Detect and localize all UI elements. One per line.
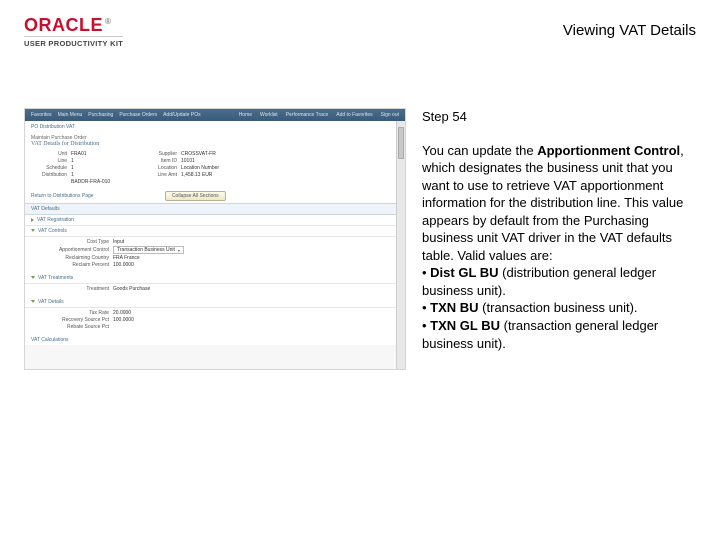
instruction-bullet: • TXN BU (transaction business unit).	[422, 299, 696, 317]
mini-vat-defaults-bar: VAT Defaults	[25, 203, 405, 215]
mini-controls-body: Cost TypeInput Apportionment ControlTran…	[25, 237, 405, 273]
instruction-bullet: • TXN GL BU (transaction general ledger …	[422, 317, 696, 352]
mini-nav-item: Add/Update POs	[163, 112, 201, 118]
triangle-icon	[31, 229, 35, 232]
mini-nav-item: Purchase Orders	[119, 112, 157, 118]
mini-page-pretitle: Maintain Purchase Order	[25, 133, 405, 141]
mini-return-link: Return to Distributions Page	[31, 193, 94, 199]
mini-navbar: Favorites Main Menu Purchasing Purchase …	[25, 109, 405, 121]
mini-nav-item: Home	[239, 112, 252, 118]
triangle-icon	[31, 218, 34, 222]
mini-scrollbar-thumb	[398, 127, 404, 159]
oracle-logo: ORACLE®	[24, 16, 123, 34]
mini-section-controls: VAT Controls	[25, 226, 405, 237]
mini-page-title: VAT Details for Distribution	[25, 141, 405, 149]
mini-nav-item: Sign out	[381, 112, 399, 118]
mini-scrollbar	[396, 121, 405, 369]
screenshot-thumbnail: Favorites Main Menu Purchasing Purchase …	[24, 108, 406, 370]
mini-section-details: VAT Details	[25, 297, 405, 308]
triangle-icon	[31, 300, 35, 303]
mini-nav-item: Performance Trace	[286, 112, 329, 118]
mini-section-treatments: VAT Treatments	[25, 273, 405, 284]
mini-nav-item: Add to Favorites	[336, 112, 372, 118]
mini-header-fields: UnitFRA01 SupplierCROSSVAT-FR Line1 Item…	[25, 149, 405, 189]
mini-nav-item: Worklist	[260, 112, 278, 118]
mini-nav-item: Purchasing	[88, 112, 113, 118]
mini-treatments-body: TreatmentGoods Purchase	[25, 284, 405, 297]
mini-apportionment-select: Transaction Business Unit	[113, 246, 184, 254]
mini-nav-item: Favorites	[31, 112, 52, 118]
mini-section-registration: VAT Registration	[25, 215, 405, 226]
page-title: Viewing VAT Details	[563, 22, 696, 39]
instruction-text: You can update the Apportionment Control…	[422, 142, 696, 353]
oracle-logo-block: ORACLE® USER PRODUCTIVITY KIT	[24, 16, 123, 48]
step-label: Step 54	[422, 108, 696, 126]
instruction-bullet: • Dist GL BU (distribution general ledge…	[422, 264, 696, 299]
triangle-icon	[31, 276, 35, 279]
mini-details-body: Tax Rate20.0000 Recovery Source Pct100.0…	[25, 308, 405, 335]
mini-nav-item: Main Menu	[58, 112, 83, 118]
instruction-paragraph: You can update the Apportionment Control…	[422, 142, 696, 265]
mini-vat-calculations: VAT Calculations	[25, 335, 405, 345]
upk-label: USER PRODUCTIVITY KIT	[24, 36, 123, 48]
mini-return-row: Return to Distributions Page Collapse Al…	[25, 189, 405, 203]
mini-breadcrumb: PO Distribution VAT	[25, 121, 405, 133]
mini-collapse-button: Collapse All Sections	[165, 191, 226, 201]
